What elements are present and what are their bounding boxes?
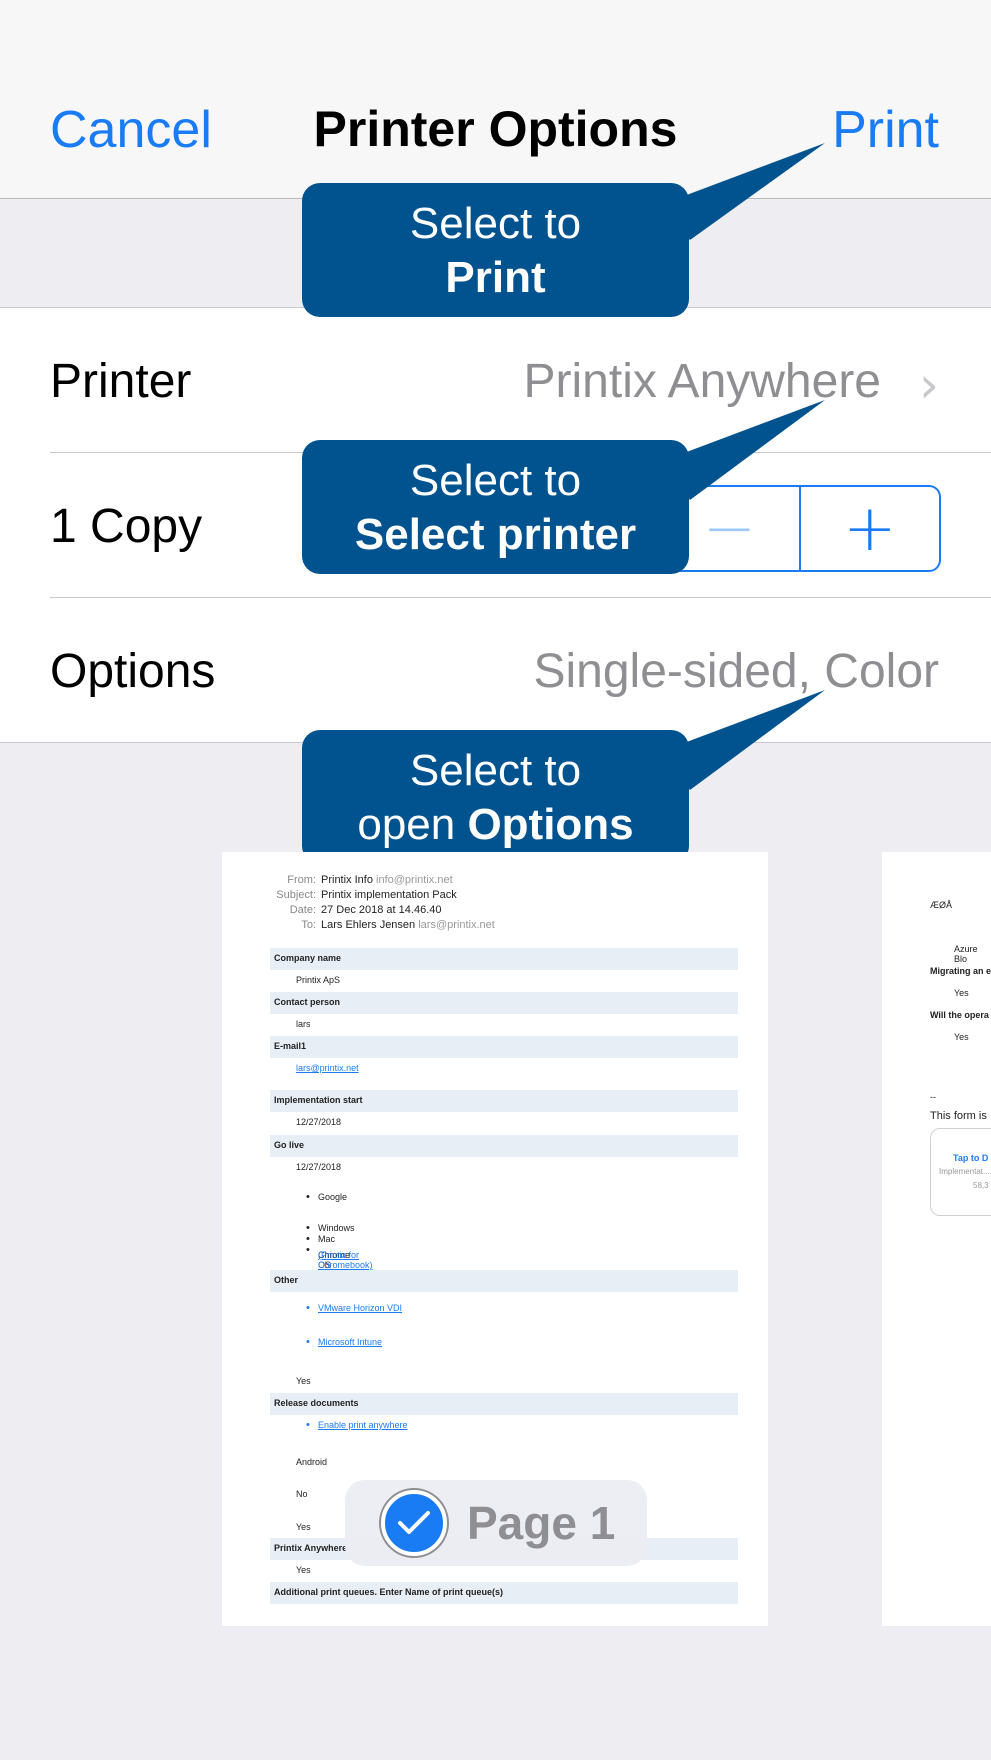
side-text: Implementat... xyxy=(939,1167,990,1176)
doc-link: Microsoft Intune xyxy=(306,1336,382,1348)
doc-row: Yes xyxy=(270,1371,738,1393)
print-callout: Select to Print xyxy=(302,183,689,317)
doc-row: Google xyxy=(270,1187,738,1209)
doc-label: Release documents xyxy=(274,1398,359,1408)
doc-row: Company name xyxy=(270,948,738,970)
side-text: ÆØÅ xyxy=(930,900,953,910)
doc-value: Printix ApS xyxy=(296,975,341,985)
side-text: This form is xyxy=(930,1110,987,1122)
subject-key: Subject: xyxy=(276,889,316,901)
side-text: Tap to D xyxy=(953,1153,989,1163)
printer-callout-line1: Select to xyxy=(409,456,582,505)
doc-value: 12/27/2018 xyxy=(296,1117,342,1127)
doc-row: Go live xyxy=(270,1135,738,1157)
side-text: Migrating an e xyxy=(930,966,991,976)
doc-link: VMware Horizon VDI xyxy=(306,1302,402,1314)
doc-label: Additional print queues. Enter Name of p… xyxy=(274,1587,504,1597)
subject-value: Printix implementation Pack xyxy=(321,889,457,901)
from-key: From: xyxy=(287,874,316,886)
doc-row: Printix ApS xyxy=(270,970,738,992)
doc-value: lars xyxy=(296,1019,311,1029)
side-text: Will the opera xyxy=(930,1010,989,1020)
options-callout-line2-plain: open xyxy=(357,800,468,849)
page-label: Page 1 xyxy=(467,1497,616,1549)
printer-callout: Select to Select printer xyxy=(302,440,689,574)
options-callout-line1: Select to xyxy=(409,746,582,795)
doc-row: Other xyxy=(270,1270,738,1292)
doc-row: VMware Horizon VDI xyxy=(270,1298,738,1320)
doc-link: (Printix for Chromebook) xyxy=(318,1250,373,1270)
doc-value: Yes xyxy=(296,1522,311,1532)
options-callout: Select to open Options xyxy=(302,730,689,864)
to-key: To: xyxy=(301,919,316,931)
doc-row: Implementation start xyxy=(270,1090,738,1112)
doc-row: 12/27/2018 xyxy=(270,1112,738,1134)
from-name: Printix Info xyxy=(321,874,373,886)
page-preview-2[interactable]: ÆØÅ Azure Blo Migrating an e Yes Will th… xyxy=(882,852,991,1626)
options-callout-line2-bold: Options xyxy=(467,800,634,849)
print-callout-line2: Print xyxy=(445,253,546,302)
side-text: 58,3 xyxy=(973,1181,989,1190)
doc-value: Yes xyxy=(296,1376,311,1386)
doc-value: No xyxy=(296,1489,308,1499)
doc-label: Go live xyxy=(274,1140,305,1150)
page-selection-badge[interactable]: Page 1 xyxy=(345,1480,647,1566)
doc-row: 12/27/2018 xyxy=(270,1157,738,1179)
to-email: lars@printix.net xyxy=(418,919,495,931)
doc-row: Chrome OS (Printix for Chromebook) xyxy=(270,1240,738,1270)
side-text: Yes xyxy=(954,1032,969,1042)
doc-row: E-mail1 xyxy=(270,1036,738,1058)
side-text: Azure Blo xyxy=(954,944,978,964)
doc-row: Release documents xyxy=(270,1393,738,1415)
printer-callout-line2: Select printer xyxy=(354,510,637,559)
print-callout-line1: Select to xyxy=(409,199,582,248)
doc-row: Microsoft Intune xyxy=(270,1332,738,1354)
doc-row: Enable print anywhere xyxy=(270,1415,738,1437)
doc-label: Implementation start xyxy=(274,1095,363,1105)
doc-link: lars@printix.net xyxy=(296,1063,359,1073)
doc-row: Android xyxy=(270,1452,738,1474)
doc-value: 12/27/2018 xyxy=(296,1162,342,1172)
doc-link: Enable print anywhere xyxy=(306,1419,408,1431)
doc-label: Contact person xyxy=(274,997,341,1007)
from-email: info@printix.net xyxy=(376,874,453,886)
doc-row: Additional print queues. Enter Name of p… xyxy=(270,1582,738,1604)
side-text: Yes xyxy=(954,988,969,998)
doc-bullet: Google xyxy=(306,1191,347,1203)
doc-value: Yes xyxy=(296,1565,311,1575)
doc-label: E-mail1 xyxy=(274,1041,307,1051)
side-text: -- xyxy=(930,1092,936,1102)
doc-label: Other xyxy=(274,1275,299,1285)
doc-row: Contact person xyxy=(270,992,738,1014)
doc-row: lars@printix.net xyxy=(270,1058,738,1080)
date-value: 27 Dec 2018 at 14.46.40 xyxy=(321,904,442,916)
doc-label: Printix Anywhere xyxy=(274,1543,348,1553)
to-name: Lars Ehlers Jensen xyxy=(321,919,416,931)
checkmark-icon[interactable] xyxy=(381,1490,447,1556)
doc-value: Android xyxy=(296,1457,328,1467)
attachment-card: Tap to D Implementat... 58,3 xyxy=(930,1128,991,1216)
date-key: Date: xyxy=(289,904,316,916)
doc-label: Company name xyxy=(274,953,342,963)
doc-row: lars xyxy=(270,1014,738,1036)
